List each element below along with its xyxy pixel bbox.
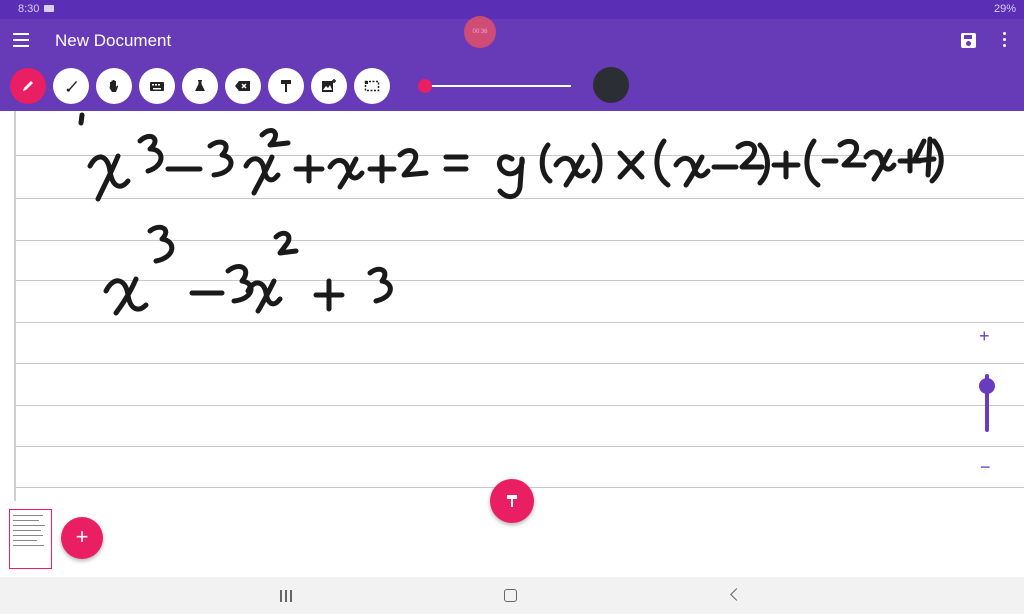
zoom-in-button[interactable]: +: [979, 326, 990, 347]
pen-tool-button[interactable]: [10, 68, 46, 104]
pen-color-button[interactable]: [593, 67, 629, 103]
eraser-icon: [235, 81, 250, 91]
zoom-out-button[interactable]: −: [980, 457, 991, 478]
status-time: 8:30: [18, 3, 40, 15]
insert-image-button[interactable]: [311, 68, 347, 104]
handwriting-line-1: [78, 112, 944, 202]
selection-tool-button[interactable]: [354, 68, 390, 104]
brush-tool-button[interactable]: [53, 68, 89, 104]
format-paint-icon: [281, 80, 291, 92]
recent-apps-icon[interactable]: [280, 590, 292, 602]
status-bar: 8:30 29%: [0, 0, 1024, 19]
save-icon[interactable]: [961, 33, 976, 48]
menu-icon[interactable]: [13, 33, 29, 47]
home-icon[interactable]: [504, 589, 517, 602]
add-page-button[interactable]: +: [61, 517, 103, 559]
more-options-icon[interactable]: [1003, 32, 1007, 48]
recording-indicator: 00:36: [464, 16, 496, 48]
add-image-icon: [322, 79, 336, 92]
stroke-size-slider[interactable]: [418, 79, 571, 93]
note-canvas[interactable]: + −: [0, 111, 1024, 501]
camera-icon: [44, 5, 54, 12]
stroke-size-handle[interactable]: [418, 79, 432, 93]
hand-icon: [109, 80, 119, 92]
format-tool-button[interactable]: [268, 68, 304, 104]
brush-icon: [66, 81, 77, 92]
system-nav-bar: [0, 577, 1024, 614]
app-bar: New Document: [0, 19, 1024, 111]
handwriting-line-2: [103, 224, 393, 316]
zoom-slider-handle[interactable]: [979, 378, 995, 394]
back-icon[interactable]: [730, 588, 743, 601]
eraser-tool-button[interactable]: [225, 68, 261, 104]
flask-icon: [195, 80, 205, 91]
handwriting-ink: [78, 112, 944, 316]
hand-tool-button[interactable]: [96, 68, 132, 104]
selection-icon: [364, 80, 380, 92]
format-fab-button[interactable]: [490, 479, 534, 523]
shape-tool-button[interactable]: [182, 68, 218, 104]
keyboard-icon: [150, 82, 164, 91]
format-paint-icon: [507, 495, 517, 507]
pen-icon: [23, 81, 33, 91]
battery-level: 29%: [993, 3, 1016, 15]
page-thumbnail[interactable]: [9, 509, 52, 569]
document-title: New Document: [55, 31, 172, 50]
keyboard-tool-button[interactable]: [139, 68, 175, 104]
